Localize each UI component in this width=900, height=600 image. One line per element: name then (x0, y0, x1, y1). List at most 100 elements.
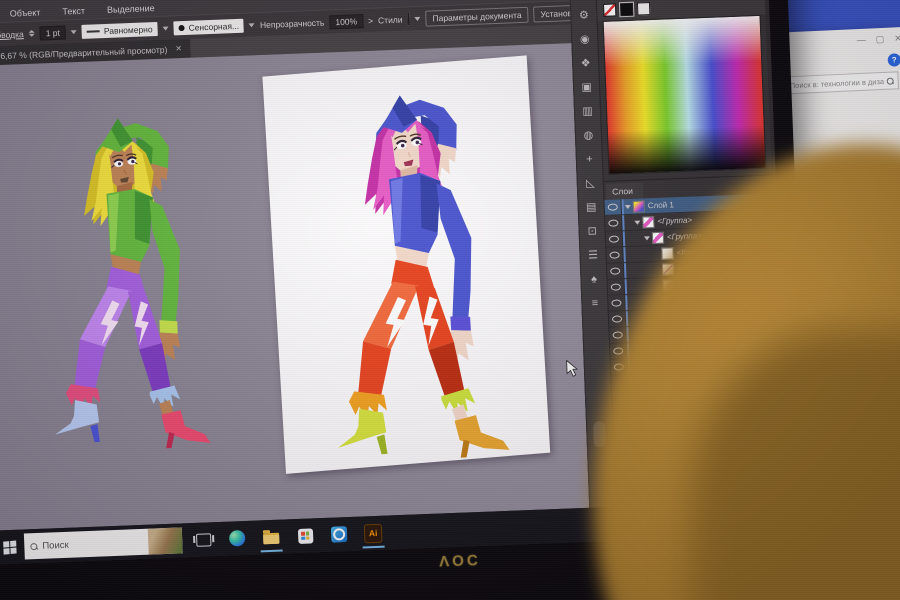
chevron-down-icon[interactable] (71, 30, 77, 34)
visibility-toggle[interactable] (608, 279, 626, 295)
doc-search-placeholder: Поиск в: технологии в дизай... (790, 76, 884, 89)
brushes-icon[interactable]: ❖ (578, 57, 594, 71)
style-swatch[interactable] (407, 12, 409, 25)
info-icon[interactable]: ◉ (577, 33, 593, 47)
selection-color-bar (625, 295, 628, 310)
task-view-icon (195, 533, 210, 547)
search-placeholder: Поиск (42, 536, 143, 551)
mouse-cursor (566, 359, 579, 377)
artboard[interactable] (262, 55, 550, 474)
layer-thumbnail (652, 231, 664, 243)
illustrator-button[interactable]: Ai (364, 521, 383, 546)
stroke-profile-select[interactable]: Равномерно (82, 21, 158, 38)
layers-strip-icon[interactable]: ≡ (587, 297, 603, 311)
stroke-link[interactable]: Обводка (0, 29, 24, 40)
eye-icon (611, 283, 621, 290)
outlook-button[interactable] (330, 522, 349, 547)
outlook-icon (331, 526, 348, 543)
visibility-toggle[interactable] (608, 295, 626, 311)
search-icon (30, 542, 37, 549)
selection-color-bar (626, 311, 629, 326)
doc-search-input[interactable]: Поиск в: технологии в дизай... (784, 71, 899, 94)
opacity-expand[interactable]: > (368, 15, 373, 25)
appearance-icon[interactable]: ▥ (579, 105, 595, 119)
eye-icon (612, 315, 622, 322)
eye-icon (608, 203, 618, 210)
align-icon[interactable]: ☰ (585, 249, 601, 263)
stroke-stepper[interactable] (29, 30, 35, 37)
eye-icon (608, 219, 618, 226)
export-icon[interactable]: ⊡ (584, 225, 600, 239)
expand-chevron-icon[interactable] (633, 220, 641, 224)
symbols-icon[interactable]: ♠ (586, 273, 602, 287)
eye-icon (609, 251, 619, 258)
gradient-icon[interactable]: ◍ (580, 129, 596, 143)
task-view-button[interactable] (194, 527, 213, 552)
selection-color-bar (622, 215, 625, 230)
illustrator-icon: Ai (364, 523, 383, 543)
tab-layers[interactable]: Слои (606, 182, 643, 199)
maximize-icon[interactable]: ▢ (876, 34, 885, 45)
visibility-toggle[interactable] (606, 247, 624, 263)
black-swatch[interactable] (620, 3, 633, 16)
visibility-toggle[interactable] (609, 311, 627, 327)
artwork-figure-green-purple[interactable] (17, 93, 227, 468)
expand-chevron-icon[interactable] (643, 236, 651, 240)
visibility-toggle[interactable] (606, 231, 624, 247)
menu-item[interactable]: Объект (10, 7, 41, 18)
menu-item[interactable]: Выделение (107, 3, 155, 15)
stroke-weight-field[interactable]: 1 pt (39, 25, 66, 40)
eye-icon (609, 235, 619, 242)
brush-select[interactable]: Сенсорная... (173, 18, 244, 35)
pathfinder-icon[interactable]: ◺ (582, 177, 598, 191)
bing-daily-image[interactable] (148, 527, 183, 554)
visibility-toggle[interactable] (607, 263, 625, 279)
eye-icon (613, 331, 623, 338)
selection-color-bar (623, 247, 626, 262)
chevron-down-icon[interactable] (163, 26, 169, 30)
visibility-toggle[interactable] (604, 199, 622, 215)
help-icon[interactable]: ? (887, 53, 900, 67)
active-underline (261, 550, 283, 553)
selection-color-bar (624, 263, 627, 278)
none-swatch[interactable] (603, 3, 616, 16)
selection-color-bar (625, 279, 628, 294)
chevron-down-icon[interactable] (414, 16, 420, 20)
layer-thumbnail (642, 216, 654, 228)
stroke-profile-icon (87, 30, 100, 32)
document-setup-button[interactable]: Параметры документа (425, 6, 529, 26)
opacity-label: Непрозрачность (260, 17, 325, 29)
white-swatch[interactable] (637, 2, 650, 15)
photo-scene: — ▢ ✕ ? Поиск в: технологии в дизай... т… (0, 0, 900, 600)
folder-icon (263, 533, 279, 545)
windows-logo-icon (3, 540, 16, 554)
store-button[interactable] (296, 523, 315, 548)
aoc-logo: ΛOC (439, 552, 481, 571)
transform-icon[interactable]: + (581, 153, 597, 167)
eye-icon (610, 267, 620, 274)
styles-label: Стили (378, 14, 403, 25)
search-icon (887, 77, 894, 84)
swatch-groups-icon[interactable]: ▤ (583, 201, 599, 215)
visibility-toggle[interactable] (605, 215, 623, 231)
menu-item[interactable]: Текст (62, 6, 85, 17)
edge-button[interactable] (228, 526, 247, 551)
close-icon[interactable]: ✕ (175, 44, 182, 53)
edge-icon (229, 530, 246, 547)
layer-thumbnail (633, 200, 645, 212)
explorer-button[interactable] (262, 525, 281, 550)
artboards-icon[interactable]: ▣ (578, 81, 594, 95)
store-icon (297, 528, 313, 544)
opacity-field[interactable]: 100% (329, 14, 363, 29)
close-icon[interactable]: ✕ (894, 33, 900, 44)
settings-icon[interactable]: ⚙ (576, 9, 592, 23)
chevron-down-icon[interactable] (249, 23, 255, 27)
taskbar-search-input[interactable]: Поиск (24, 527, 183, 559)
artwork-figure-blue-red[interactable] (282, 78, 535, 470)
minimize-icon[interactable]: — (857, 35, 866, 46)
selection-color-bar (623, 231, 626, 246)
expand-chevron-icon[interactable] (624, 204, 632, 208)
illustrator-canvas[interactable] (0, 43, 589, 531)
color-spectrum[interactable] (603, 15, 767, 175)
start-button[interactable] (0, 540, 25, 554)
